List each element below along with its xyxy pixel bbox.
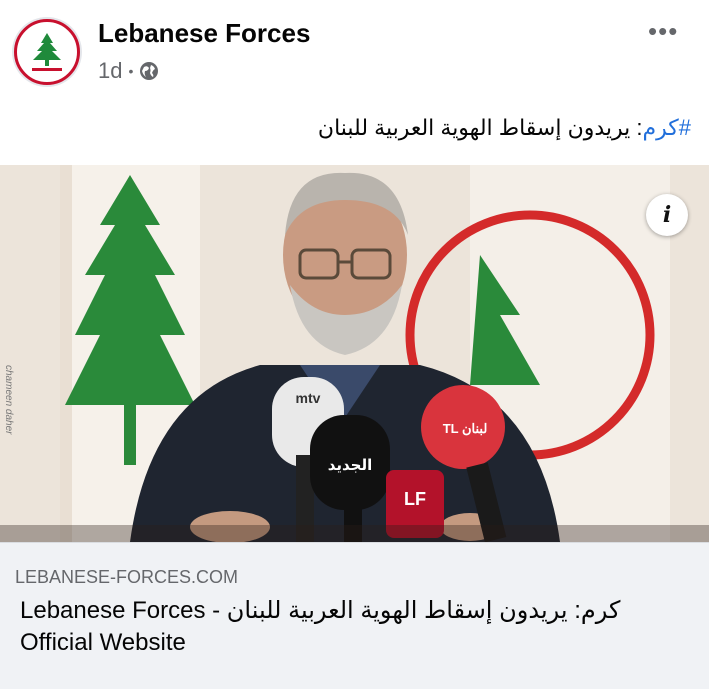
cedar-logo-icon	[32, 33, 62, 71]
link-domain: LEBANESE-FORCES.COM	[15, 567, 239, 587]
photo-credit: chameen daher	[3, 365, 14, 435]
page-name[interactable]: Lebanese Forces	[98, 18, 310, 49]
post-message-text: : يريدون إسقاط الهوية العربية للبنان	[317, 115, 643, 140]
link-title[interactable]: كرم: يريدون إسقاط الهوية العربية للبنان …	[20, 595, 691, 659]
photo-illustration: mtv الجديد LF TL لبنان	[0, 165, 709, 542]
mic-label-mtv: mtv	[296, 390, 321, 406]
meta-separator: •	[128, 63, 134, 79]
link-preview-card[interactable]: LEBANESE-FORCES.COM كرم: يريدون إسقاط ال…	[0, 542, 709, 689]
mic-label-tl: TL لبنان	[443, 421, 488, 436]
info-icon[interactable]: i	[646, 194, 688, 236]
post-header: Lebanese Forces 1d • •••	[0, 0, 709, 100]
more-options-button[interactable]: •••	[648, 18, 678, 44]
mic-label-aljadeed: الجديد	[328, 456, 373, 474]
mic-label-lf: LF	[404, 489, 426, 509]
post-message: #كرم: يريدون إسقاط الهوية العربية للبنان	[318, 115, 691, 141]
page-avatar[interactable]	[14, 19, 80, 85]
post-meta: 1d •	[98, 58, 159, 84]
globe-icon	[140, 62, 159, 80]
post-timestamp[interactable]: 1d	[98, 58, 122, 84]
hashtag-link[interactable]: #كرم	[643, 115, 691, 140]
post-photo[interactable]: mtv الجديد LF TL لبنان chameen daher	[0, 165, 709, 542]
